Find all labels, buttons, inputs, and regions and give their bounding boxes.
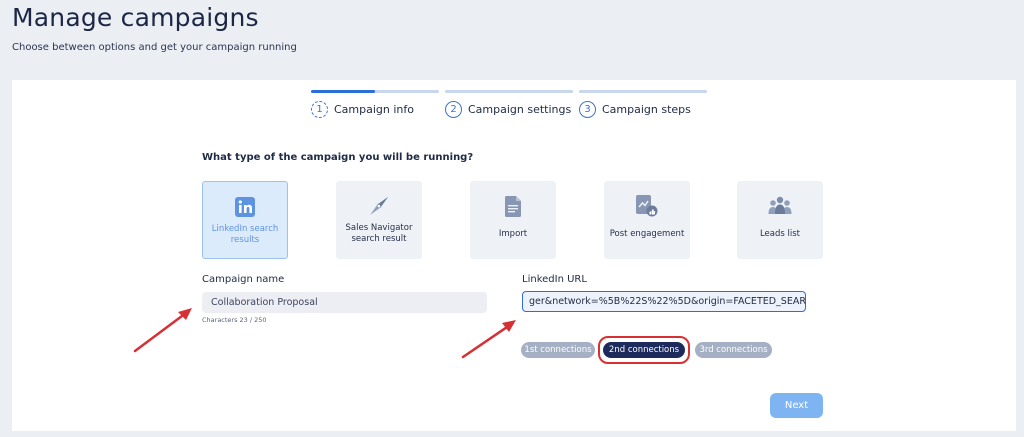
- step-progress-bar-3: [579, 90, 707, 93]
- linkedin-icon: [235, 196, 255, 218]
- tile-label-sales-navigator: Sales Navigator search result: [345, 223, 413, 244]
- page-title: Manage campaigns: [12, 3, 259, 32]
- next-button[interactable]: Next: [770, 393, 823, 418]
- step-progress-bar-2: [445, 90, 573, 93]
- tile-label-import: Import: [498, 229, 528, 239]
- step-label-campaign-info: Campaign info: [334, 103, 414, 116]
- character-count: Characters 23 / 250: [202, 316, 267, 324]
- step-number-2: 2: [445, 101, 462, 118]
- step-progress-bar-1: [311, 90, 439, 93]
- linkedin-url-label: LinkedIn URL: [522, 274, 587, 285]
- campaign-type-linkedin-search[interactable]: LinkedIn search results: [202, 181, 288, 259]
- step-label-campaign-settings: Campaign settings: [468, 103, 572, 116]
- page-subtitle: Choose between options and get your camp…: [12, 42, 297, 53]
- campaign-type-question: What type of the campaign you will be ru…: [202, 152, 474, 163]
- campaign-type-post-engagement[interactable]: Post engagement: [604, 181, 690, 259]
- step-number-1: 1: [311, 101, 328, 118]
- tile-label-post-engagement: Post engagement: [609, 229, 685, 239]
- chip-1st-connections[interactable]: 1st connections: [521, 342, 595, 358]
- step-campaign-info[interactable]: 1 Campaign info: [311, 101, 414, 118]
- annotation-arrow-campaign-name: [133, 308, 192, 353]
- people-group-icon: [767, 195, 793, 217]
- linkedin-url-input[interactable]: ger&network=%5B%22S%22%5D&origin=FACETED…: [522, 291, 806, 312]
- campaign-card: 1 Campaign info 2 Campaign settings 3 Ca…: [12, 80, 1016, 431]
- campaign-type-leads-list[interactable]: Leads list: [737, 181, 823, 259]
- compass-icon: [368, 195, 390, 217]
- step-campaign-settings[interactable]: 2 Campaign settings: [445, 101, 571, 118]
- step-campaign-steps[interactable]: 3 Campaign steps: [579, 101, 691, 118]
- chip-3rd-connections[interactable]: 3rd connections: [695, 342, 772, 358]
- tile-label-linkedin-search: LinkedIn search results: [211, 224, 279, 245]
- tile-label-leads-list: Leads list: [759, 229, 801, 239]
- step-number-3: 3: [579, 101, 596, 118]
- campaign-type-import[interactable]: Import: [470, 181, 556, 259]
- csv-file-icon: [505, 195, 521, 217]
- campaign-name-input[interactable]: [202, 292, 487, 313]
- post-engagement-icon: [636, 195, 658, 217]
- campaign-type-sales-navigator[interactable]: Sales Navigator search result: [336, 181, 422, 259]
- annotation-arrow-linkedin-url: [461, 320, 516, 359]
- step-label-campaign-steps: Campaign steps: [602, 103, 691, 116]
- campaign-name-label: Campaign name: [202, 274, 285, 285]
- highlight-ring-annotation: [598, 336, 690, 364]
